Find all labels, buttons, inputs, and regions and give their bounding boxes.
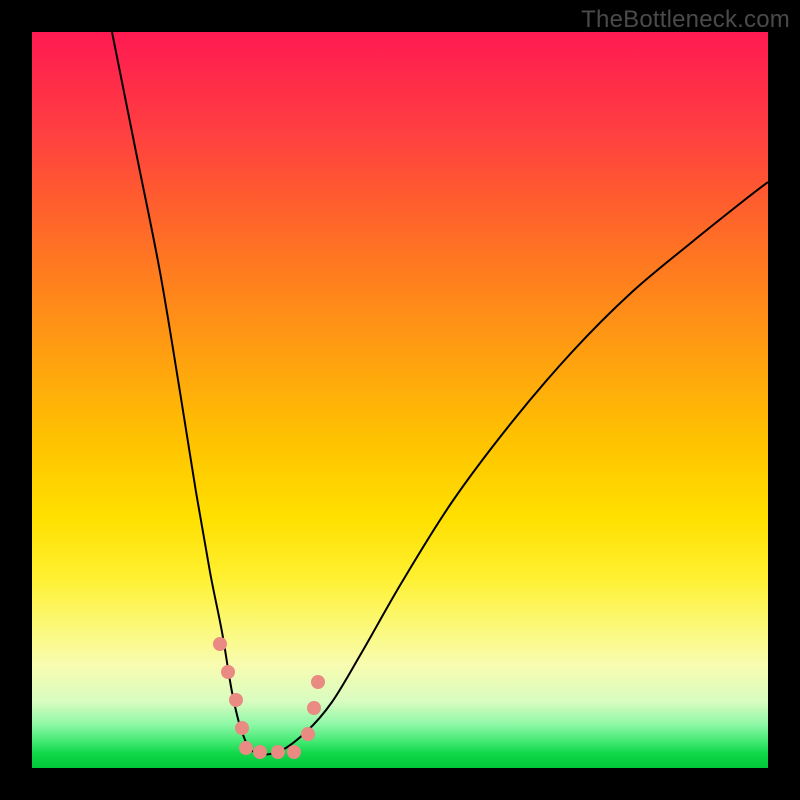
curve-layer bbox=[32, 32, 768, 768]
bottleneck-curve bbox=[112, 32, 768, 754]
curve-marker bbox=[311, 675, 325, 689]
curve-marker bbox=[229, 693, 243, 707]
curve-markers bbox=[213, 637, 325, 759]
curve-marker bbox=[301, 727, 315, 741]
chart-frame: TheBottleneck.com bbox=[0, 0, 800, 800]
curve-marker bbox=[221, 665, 235, 679]
curve-marker bbox=[213, 637, 227, 651]
curve-marker bbox=[235, 721, 249, 735]
watermark-text: TheBottleneck.com bbox=[581, 6, 790, 34]
curve-marker bbox=[253, 745, 267, 759]
plot-area bbox=[32, 32, 768, 768]
curve-marker bbox=[287, 745, 301, 759]
curve-marker bbox=[271, 745, 285, 759]
curve-marker bbox=[239, 741, 253, 755]
curve-marker bbox=[307, 701, 321, 715]
